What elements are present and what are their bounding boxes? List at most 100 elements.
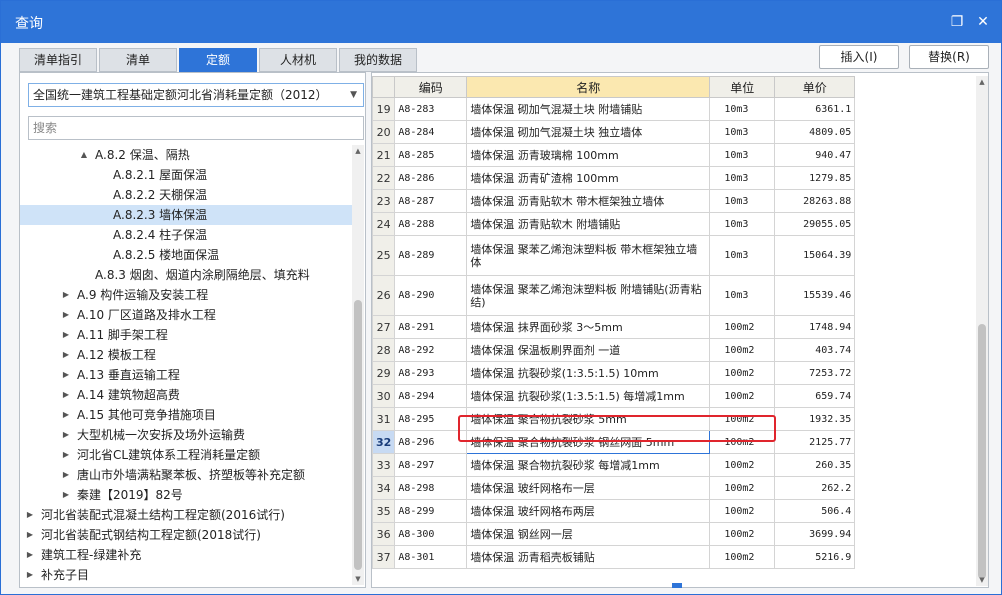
code-cell[interactable]: A8-284 [394,120,468,144]
price-cell[interactable]: 1748.94 [774,315,856,339]
expand-icon[interactable]: ▶ [24,545,36,565]
unit-cell[interactable]: 10m3 [709,212,776,236]
row-number[interactable]: 20 [371,120,396,144]
row-number[interactable]: 23 [371,189,396,213]
unit-column-header[interactable]: 单位 [709,76,776,98]
tree-item[interactable]: ▶ A.12 模板工程 [20,345,352,365]
tree-item[interactable]: ▶ A.14 建筑物超高费 [20,385,352,405]
price-cell[interactable]: 940.47 [774,143,856,167]
row-number[interactable]: 30 [371,384,396,408]
code-cell[interactable]: A8-300 [394,522,468,546]
restore-icon[interactable]: ❐ [947,12,967,32]
title-bar[interactable]: 查询 ❐ ✕ [1,1,1001,43]
code-cell[interactable]: A8-288 [394,212,468,236]
tree-item[interactable]: A.8.2.4 柱子保温 [20,225,352,245]
code-column-header[interactable]: 编码 [394,76,468,98]
code-cell[interactable]: A8-299 [394,499,468,523]
code-cell[interactable]: A8-295 [394,407,468,431]
table-row[interactable]: 29 A8-293 墙体保温 抗裂砂浆(1:3.5:1.5) 10mm 100m2 72… [371,361,856,385]
insert-button[interactable]: 插入(I) [819,45,899,69]
row-number[interactable]: 37 [371,545,396,569]
unit-cell[interactable]: 100m2 [709,384,776,408]
row-number[interactable]: 19 [371,97,396,121]
unit-cell[interactable]: 100m2 [709,338,776,362]
row-number[interactable]: 34 [371,476,396,500]
tree-item[interactable]: ▶ 河北省装配式钢结构工程定额(2018试行) [20,525,352,545]
scroll-down-icon[interactable]: ▼ [976,574,988,586]
unit-cell[interactable]: 100m2 [709,476,776,500]
name-cell[interactable]: 墙体保温 沥青稻壳板铺贴 [466,545,711,569]
price-cell[interactable]: 15064.39 [774,235,856,276]
code-cell[interactable]: A8-287 [394,189,468,213]
name-column-header[interactable]: 名称 [466,76,711,98]
expand-icon[interactable]: ▶ [60,445,72,465]
row-number[interactable]: 21 [371,143,396,167]
table-row[interactable]: 22 A8-286 墙体保温 沥青矿渣棉 100mm 10m3 1279.85 [371,166,856,190]
unit-cell[interactable]: 10m3 [709,166,776,190]
name-cell[interactable]: 墙体保温 抗裂砂浆(1:3.5:1.5) 每增减1mm [466,384,711,408]
table-row[interactable]: 24 A8-288 墙体保温 沥青贴软木 附墙铺贴 10m3 29055.05 [371,212,856,236]
expand-icon[interactable]: ▶ [60,285,72,305]
code-cell[interactable]: A8-294 [394,384,468,408]
tree-item[interactable]: ▲ A.8.2 保温、隔热 [20,145,352,165]
row-number[interactable]: 32 [371,430,396,454]
code-cell[interactable]: A8-289 [394,235,468,276]
tree-item[interactable]: ▶ 补充子目 [20,565,352,585]
price-cell[interactable]: 7253.72 [774,361,856,385]
row-number[interactable]: 22 [371,166,396,190]
unit-cell[interactable]: 10m3 [709,97,776,121]
expand-icon[interactable]: ▶ [24,565,36,585]
price-cell[interactable]: 506.4 [774,499,856,523]
table-row[interactable]: 36 A8-300 墙体保温 钢丝网一层 100m2 3699.94 [371,522,856,546]
tree-item[interactable]: ▶ A.10 厂区道路及排水工程 [20,305,352,325]
tree-item[interactable]: ▶ A.15 其他可竞争措施项目 [20,405,352,425]
name-cell[interactable]: 墙体保温 沥青玻璃棉 100mm [466,143,711,167]
table-row[interactable]: 25 A8-289 墙体保温 聚苯乙烯泡沫塑料板 带木框架独立墙体 10m3 15064… [371,235,856,276]
price-cell[interactable]: 4809.05 [774,120,856,144]
table-row[interactable]: 31 A8-295 墙体保温 聚合物抗裂砂浆 5mm 100m2 1932.35 [371,407,856,431]
tree-scrollbar-thumb[interactable] [354,300,362,570]
name-cell[interactable]: 墙体保温 聚苯乙烯泡沫塑料板 附墙铺贴(沥青粘结) [466,275,711,316]
unit-cell[interactable]: 10m3 [709,275,776,316]
table-row[interactable]: 27 A8-291 墙体保温 抹界面砂浆 3～5mm 100m2 1748.94 [371,315,856,339]
tab-my-data[interactable]: 我的数据 [339,48,417,72]
name-cell[interactable]: 墙体保温 沥青贴软木 带木框架独立墙体 [466,189,711,213]
tree-item[interactable]: A.8.2.1 屋面保温 [20,165,352,185]
price-cell[interactable]: 3699.94 [774,522,856,546]
table-scrollbar[interactable]: ▲ ▼ [976,76,988,586]
price-cell[interactable]: 1932.35 [774,407,856,431]
expand-icon[interactable]: ▶ [60,425,72,445]
code-cell[interactable]: A8-286 [394,166,468,190]
code-cell[interactable]: A8-285 [394,143,468,167]
price-cell[interactable]: 260.35 [774,453,856,477]
code-cell[interactable]: A8-291 [394,315,468,339]
expanded-icon[interactable]: ▲ [78,145,90,165]
quota-library-select[interactable]: 全国统一建筑工程基础定额河北省消耗量定额（2012） ▼ [28,83,364,107]
code-cell[interactable]: A8-301 [394,545,468,569]
name-cell[interactable]: 墙体保温 砌加气混凝土块 独立墙体 [466,120,711,144]
close-icon[interactable]: ✕ [973,12,993,32]
scroll-up-icon[interactable]: ▲ [976,76,988,88]
scroll-up-icon[interactable]: ▲ [352,145,364,157]
price-cell[interactable]: 29055.05 [774,212,856,236]
row-number[interactable]: 31 [371,407,396,431]
tree-item[interactable]: ▶ 建筑工程-绿建补充 [20,545,352,565]
expand-icon[interactable]: ▶ [60,345,72,365]
table-row[interactable]: 23 A8-287 墙体保温 沥青贴软木 带木框架独立墙体 10m3 28263.88 [371,189,856,213]
table-row[interactable]: 21 A8-285 墙体保温 沥青玻璃棉 100mm 10m3 940.47 [371,143,856,167]
unit-cell[interactable]: 10m3 [709,189,776,213]
table-scrollbar-thumb[interactable] [978,324,986,579]
name-cell[interactable]: 墙体保温 聚合物抗裂砂浆 钢丝网面 5mm [466,430,711,454]
price-cell[interactable]: 6361.1 [774,97,856,121]
expand-icon[interactable]: ▶ [60,365,72,385]
row-number[interactable]: 28 [371,338,396,362]
table-row[interactable]: 34 A8-298 墙体保温 玻纤网格布一层 100m2 262.2 [371,476,856,500]
row-number[interactable]: 29 [371,361,396,385]
unit-cell[interactable]: 10m3 [709,120,776,144]
table-row[interactable]: 35 A8-299 墙体保温 玻纤网格布两层 100m2 506.4 [371,499,856,523]
code-cell[interactable]: A8-296 [394,430,468,454]
tree-item[interactable]: A.8.2.3 墙体保温 [20,205,352,225]
tree-item[interactable]: A.8.2.2 天棚保温 [20,185,352,205]
unit-cell[interactable]: 10m3 [709,235,776,276]
name-cell[interactable]: 墙体保温 抗裂砂浆(1:3.5:1.5) 10mm [466,361,711,385]
